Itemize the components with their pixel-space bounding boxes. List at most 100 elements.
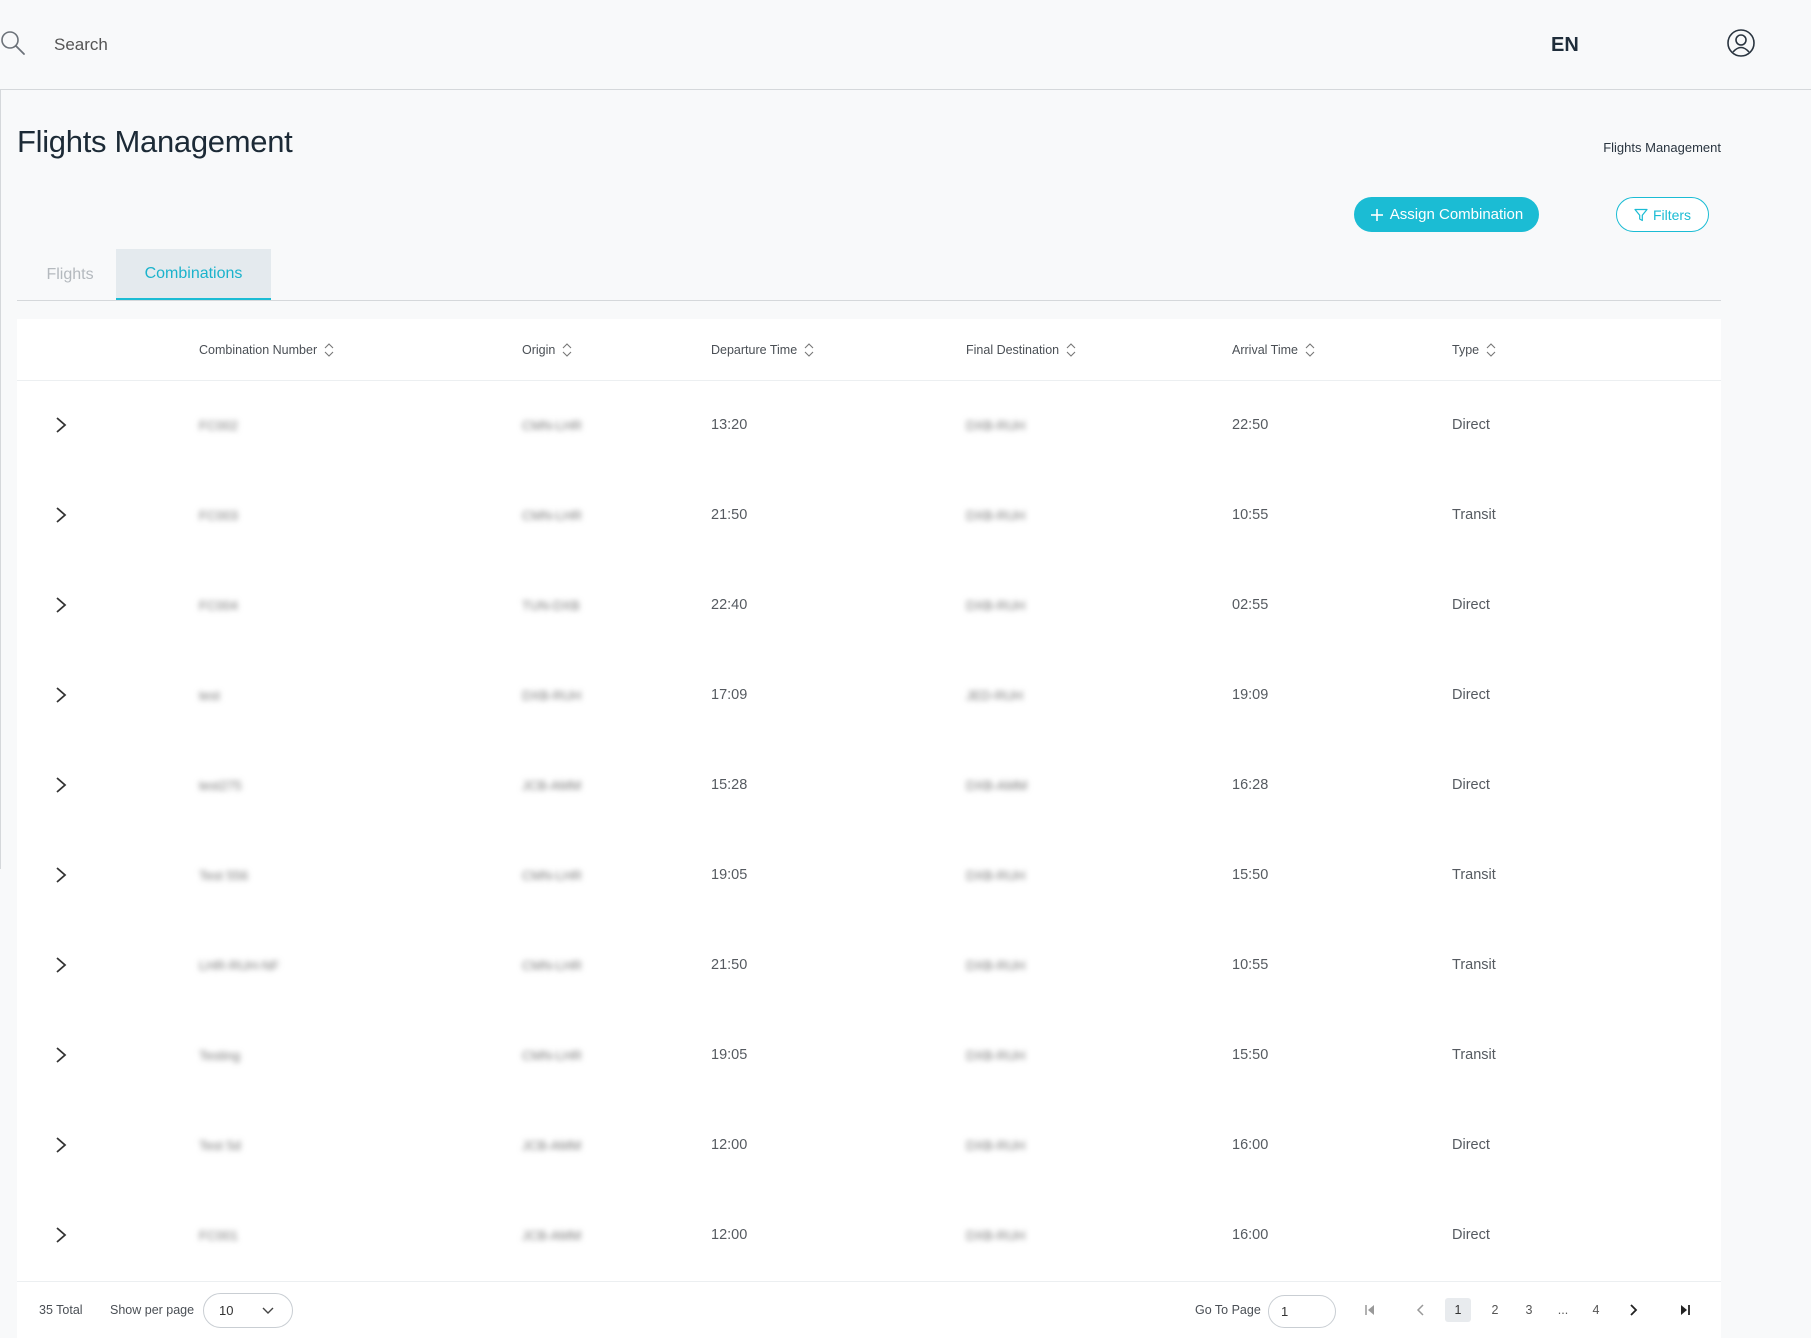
cell-type: Direct xyxy=(1452,1137,1490,1153)
cell-arrival-time: 22:50 xyxy=(1232,417,1269,433)
cell-final-destination: DXB-RUH xyxy=(966,867,1026,883)
last-page-button[interactable] xyxy=(1675,1298,1695,1322)
cell-final-destination: DXB-RUH xyxy=(966,1137,1026,1153)
prev-page-icon xyxy=(1416,1304,1424,1316)
chevron-right-icon[interactable] xyxy=(54,865,68,885)
cell-type: Transit xyxy=(1452,867,1496,883)
cell-type: Direct xyxy=(1452,687,1490,703)
next-page-button[interactable] xyxy=(1623,1298,1643,1322)
chevron-right-icon[interactable] xyxy=(54,1135,68,1155)
search-icon[interactable] xyxy=(0,30,26,56)
sort-icon[interactable] xyxy=(804,341,814,359)
combinations-table: Combination Number Origin Departure Time… xyxy=(17,319,1721,1281)
first-page-button[interactable] xyxy=(1360,1298,1380,1322)
chevron-right-icon[interactable] xyxy=(54,1045,68,1065)
page-title: Flights Management xyxy=(17,124,293,159)
assign-combination-button[interactable]: Assign Combination xyxy=(1354,197,1539,232)
table-row: test275 JCB-AMM 15:28 DXB-AMM 16:28 Dire… xyxy=(17,740,1721,830)
column-header-origin[interactable]: Origin xyxy=(522,319,572,380)
filters-label: Filters xyxy=(1652,206,1692,223)
chevron-right-icon[interactable] xyxy=(54,955,68,975)
sidebar-edge xyxy=(0,89,1,869)
column-header-final-destination[interactable]: Final Destination xyxy=(966,319,1076,380)
sort-icon[interactable] xyxy=(1486,341,1496,359)
cell-final-destination: DXB-RUH xyxy=(966,1227,1026,1243)
cell-final-destination: DXB-RUH xyxy=(966,417,1026,433)
chevron-right-icon[interactable] xyxy=(54,415,68,435)
prev-page-button[interactable] xyxy=(1411,1298,1431,1322)
table-row: FC004 TUN-DXB 22:40 DXB-RUH 02:55 Direct xyxy=(17,560,1721,650)
plus-icon xyxy=(1370,208,1383,221)
page-button-2[interactable]: 2 xyxy=(1485,1298,1505,1322)
page-button-4[interactable]: 4 xyxy=(1586,1298,1606,1322)
cell-combination-number: test xyxy=(199,687,220,703)
table-row: Testing CMN-LHR 19:05 DXB-RUH 15:50 Tran… xyxy=(17,1010,1721,1100)
column-header-label: Origin xyxy=(522,342,556,357)
search-input[interactable] xyxy=(52,28,356,62)
cell-origin: TUN-DXB xyxy=(522,597,580,613)
cell-combination-number: Testing xyxy=(199,1047,241,1063)
cell-origin: JCB-AMM xyxy=(522,1227,582,1243)
assign-combination-label: Assign Combination xyxy=(1389,206,1524,223)
table-row: FC003 CMN-LHR 21:50 DXB-RUH 10:55 Transi… xyxy=(17,470,1721,560)
column-header-arrival-time[interactable]: Arrival Time xyxy=(1232,319,1315,380)
sort-icon[interactable] xyxy=(1305,341,1315,359)
tab-combinations[interactable]: Combinations xyxy=(116,249,271,300)
page-button-3[interactable]: 3 xyxy=(1519,1298,1539,1322)
chevron-right-icon[interactable] xyxy=(54,685,68,705)
table-row: FC002 CMN-LHR 13:20 DXB-RUH 22:50 Direct xyxy=(17,380,1721,470)
column-header-label: Final Destination xyxy=(966,342,1060,357)
cell-combination-number: FC003 xyxy=(199,507,239,523)
page-button-1[interactable]: 1 xyxy=(1445,1298,1471,1322)
table-header: Combination Number Origin Departure Time… xyxy=(17,319,1721,381)
cell-arrival-time: 15:50 xyxy=(1232,867,1269,883)
breadcrumb: Flights Management xyxy=(1603,140,1721,155)
table-row: Test 556 CMN-LHR 19:05 DXB-RUH 15:50 Tra… xyxy=(17,830,1721,920)
per-page-select[interactable]: 10 xyxy=(203,1293,293,1328)
cell-origin: JCB-AMM xyxy=(522,1137,582,1153)
cell-departure-time: 13:20 xyxy=(711,417,748,433)
cell-type: Direct xyxy=(1452,597,1490,613)
cell-combination-number: FC001 xyxy=(199,1227,239,1243)
cell-origin: DXB-RUH xyxy=(522,687,582,703)
table-row: LHR-RUH-NF CMN-LHR 21:50 DXB-RUH 10:55 T… xyxy=(17,920,1721,1010)
filters-button[interactable]: Filters xyxy=(1616,197,1709,232)
cell-combination-number: LHR-RUH-NF xyxy=(199,957,280,973)
cell-origin: JCB-AMM xyxy=(522,777,582,793)
go-to-page-input[interactable] xyxy=(1268,1295,1336,1328)
go-to-page-label: Go To Page xyxy=(1195,1303,1261,1317)
cell-type: Transit xyxy=(1452,507,1496,523)
tab-flights[interactable]: Flights xyxy=(37,249,103,300)
page-ellipsis[interactable]: ... xyxy=(1553,1298,1573,1322)
chevron-right-icon[interactable] xyxy=(54,775,68,795)
column-header-label: Departure Time xyxy=(711,342,798,357)
cell-arrival-time: 16:28 xyxy=(1232,777,1269,793)
cell-combination-number: FC004 xyxy=(199,597,239,613)
tab-bar: Flights Combinations xyxy=(17,249,1721,301)
next-page-icon xyxy=(1630,1304,1638,1316)
cell-departure-time: 17:09 xyxy=(711,687,748,703)
chevron-right-icon[interactable] xyxy=(54,595,68,615)
cell-final-destination: DXB-RUH xyxy=(966,957,1026,973)
sort-icon[interactable] xyxy=(562,341,572,359)
cell-arrival-time: 02:55 xyxy=(1232,597,1269,613)
cell-final-destination: DXB-RUH xyxy=(966,1047,1026,1063)
user-icon[interactable] xyxy=(1726,28,1756,58)
column-header-combination-number[interactable]: Combination Number xyxy=(199,319,334,380)
cell-type: Transit xyxy=(1452,957,1496,973)
cell-origin: CMN-LHR xyxy=(522,957,582,973)
cell-arrival-time: 10:55 xyxy=(1232,507,1269,523)
cell-combination-number: FC002 xyxy=(199,417,239,433)
cell-departure-time: 15:28 xyxy=(711,777,748,793)
sort-icon[interactable] xyxy=(324,341,334,359)
cell-combination-number: test275 xyxy=(199,777,242,793)
cell-arrival-time: 19:09 xyxy=(1232,687,1269,703)
chevron-right-icon[interactable] xyxy=(54,1225,68,1245)
column-header-type[interactable]: Type xyxy=(1452,319,1496,380)
per-page-label: Show per page xyxy=(110,1303,195,1317)
cell-final-destination: DXB-RUH xyxy=(966,597,1026,613)
chevron-right-icon[interactable] xyxy=(54,505,68,525)
language-switcher[interactable]: EN xyxy=(1551,34,1579,57)
column-header-departure-time[interactable]: Departure Time xyxy=(711,319,814,380)
sort-icon[interactable] xyxy=(1066,341,1076,359)
